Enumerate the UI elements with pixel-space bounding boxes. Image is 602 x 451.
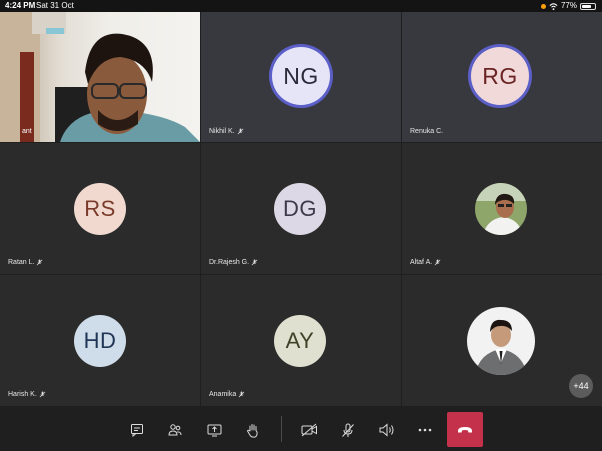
participant-tile-altaf[interactable]: Altaf A. [402,143,602,274]
avatar-initials: RG [482,62,518,89]
participants-button[interactable] [166,421,184,439]
mic-off-icon [251,259,258,266]
participant-tile-nikhil[interactable]: NG Nikhil K. [201,12,401,142]
mic-off-icon [37,259,43,266]
participant-tile-harish[interactable]: HD Harish K. [0,275,200,406]
participant-tile-anamika[interactable]: AY Anamika [201,275,401,406]
participant-name-text: Anamika [209,391,237,398]
mic-off-icon [434,259,441,266]
participant-tile-renuka[interactable]: RG Renuka C. [402,12,602,142]
mic-toggle-button[interactable] [339,421,357,439]
avatar-ratan: RS [74,183,126,235]
avatar-initials: NG [283,62,319,89]
participant-name: ant [22,128,32,135]
avatar-anamika: AY [274,315,326,367]
mic-off-icon [237,128,244,135]
avatar-renuka: RG [471,47,529,105]
hang-up-button[interactable] [447,412,483,447]
participant-name-text: Ratan L. [8,259,35,266]
wifi-icon [549,2,558,10]
status-time: 4:24 PM [5,1,36,10]
more-icon [418,428,432,432]
avatar-photo-altaf [475,183,527,235]
status-date: Sat 31 Oct [36,1,74,10]
participant-name-nikhil: Nikhil K. [209,128,244,135]
battery-icon [580,2,596,10]
participant-name-rajesh: Dr.Rajesh G. [209,259,258,266]
participant-tile-ratan[interactable]: RS Ratan L. [0,143,200,274]
participant-video-tile[interactable]: ant [0,12,200,142]
speaker-icon [379,423,394,437]
avatar-initials: AY [285,328,315,353]
chat-icon [131,424,143,437]
hang-up-icon [458,426,472,432]
toolbar-divider [281,416,282,442]
avatar-photo [467,307,535,375]
participant-name-text: Dr.Rajesh G. [209,259,250,266]
participant-name-renuka: Renuka C. [410,128,444,135]
more-participants-badge[interactable]: +44 [569,374,593,398]
avatar-initials: DG [283,196,317,221]
more-options-button[interactable] [416,421,434,439]
avatar-initials: RS [84,196,116,221]
camera-off-icon [301,423,317,437]
status-bar: 4:24 PM Sat 31 Oct 77% [0,0,602,12]
status-right: 77% [540,0,596,12]
recording-dot-icon [540,3,546,9]
camera-toggle-button[interactable] [300,421,318,439]
participant-name-text: Altaf A. [410,259,433,266]
share-screen-icon [207,424,221,437]
avatar-nikhil: NG [272,47,330,105]
avatar-rajesh: DG [274,183,326,235]
mic-off-icon [342,423,354,437]
participant-name-ratan: Ratan L. [8,259,43,266]
participant-tile-rajesh[interactable]: DG Dr.Rajesh G. [201,143,401,274]
mic-off-icon [39,391,46,398]
speaker-button[interactable] [378,421,396,439]
share-screen-button[interactable] [205,421,223,439]
participant-name-text: Harish K. [8,391,37,398]
participants-icon [168,424,182,436]
chat-button[interactable] [128,421,146,439]
battery-percent: 77% [560,1,577,10]
raise-hand-button[interactable] [244,421,262,439]
battery-level [582,4,592,8]
call-toolbar [0,408,602,451]
mic-off-icon [238,391,245,398]
raise-hand-icon [246,423,258,438]
participant-video [0,12,200,142]
participant-name-anamika: Anamika [209,391,245,398]
profile-photo [475,183,527,235]
participant-name-text: Nikhil K. [209,128,235,135]
profile-photo [467,307,535,375]
participant-name-altaf: Altaf A. [410,259,441,266]
participant-tile-photo[interactable]: +44 [402,275,602,406]
participant-name-harish: Harish K. [8,391,46,398]
avatar-harish: HD [74,315,126,367]
avatar-initials: HD [83,328,117,353]
